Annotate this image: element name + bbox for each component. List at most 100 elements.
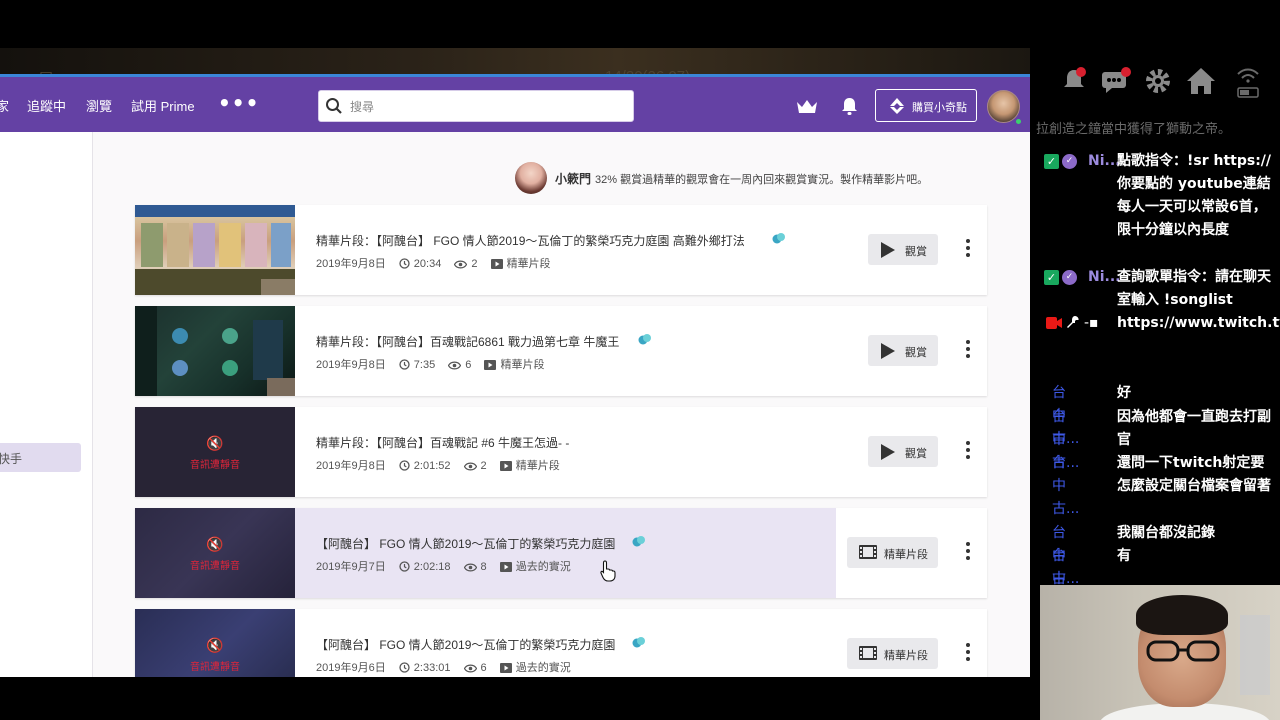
video-date: 2019年9月7日 (316, 561, 386, 573)
webcam-glasses (1146, 640, 1220, 662)
stream-chat-overlay: 拉創造之鐘當中獲得了獅動之帝。 ✓ ✓ Ni... 點歌指令：!sr https… (1030, 58, 1280, 610)
video-card[interactable]: 🔇 音訊遭靜音 精華片段：【阿醜台】百魂戰記 #6 牛魔王怎過- - 2019年… (135, 407, 987, 497)
hover-highlight (295, 508, 836, 598)
nav-home-partial[interactable]: 家 (0, 96, 9, 115)
video-type: 精華片段 (515, 460, 560, 472)
play-icon (881, 242, 895, 258)
game-background-strip: 1層 14/20(26.07) (0, 48, 1030, 88)
chat-message-text: 還問一下twitch射定要怎麼設定關台檔案會留著 (1117, 455, 1271, 494)
video-type-icon (499, 663, 512, 673)
bits-emote-icon (632, 536, 645, 547)
muted-speaker-icon: 🔇 (206, 536, 224, 552)
video-duration: 7:35 (413, 359, 436, 371)
film-strip-icon (859, 545, 877, 559)
bits-emote-icon (772, 233, 785, 244)
watch-button[interactable]: 觀賞 (868, 234, 938, 265)
video-meta: 2019年9月8日 2:01:52 2 精華片段 (316, 457, 560, 473)
watch-button-label: 觀賞 (905, 246, 927, 258)
video-card-hovered[interactable]: 🔇 音訊遭靜音 【阿醜台】 FGO 情人節2019～瓦倫丁的繁榮巧克力庭園 20… (135, 508, 987, 598)
reward-notification: 拉創造之鐘當中獲得了獅動之帝。 (1036, 122, 1232, 137)
buy-bits-button[interactable]: 購買小奇點 (875, 89, 977, 122)
video-date: 2019年9月8日 (316, 359, 386, 371)
chat-bubble-icon (1102, 67, 1131, 93)
video-type: 精華片段 (506, 258, 551, 270)
left-sidebar: 快手 (0, 132, 93, 677)
video-card[interactable]: 精華片段：【阿醜台】百魂戰記6861 戰力過第七章 牛魔王 2019年9月8日 … (135, 306, 987, 396)
video-card[interactable]: 精華片段：【阿醜台】 FGO 情人節2019～瓦倫丁的繁榮巧克力庭園 高難外鄉打… (135, 205, 987, 295)
more-options-icon[interactable] (966, 441, 970, 461)
bits-emote-icon (632, 637, 645, 648)
sidebar-item-active[interactable]: 快手 (0, 443, 81, 472)
create-highlight-button[interactable]: 精華片段 (847, 537, 938, 568)
create-highlight-button[interactable]: 精華片段 (847, 638, 938, 669)
eye-icon (448, 361, 462, 370)
video-meta: 2019年9月6日 2:33:01 6 過去的實況 (316, 659, 571, 675)
more-options-icon[interactable] (966, 542, 970, 562)
play-icon (881, 444, 895, 460)
video-title[interactable]: 精華片段：【阿醜台】 FGO 情人節2019～瓦倫丁的繁榮巧克力庭園 高難外鄉打… (316, 232, 745, 249)
online-status-dot (1014, 117, 1023, 126)
video-views: 2 (471, 258, 478, 270)
more-menu-icon[interactable]: ••• (218, 91, 259, 115)
watch-button[interactable]: 觀賞 (868, 436, 938, 467)
film-strip-icon (859, 646, 877, 660)
search-input[interactable] (350, 97, 620, 117)
eye-icon (463, 664, 477, 673)
chat-message-text: 有 (1117, 548, 1131, 564)
video-type: 精華片段 (500, 359, 545, 371)
search-box[interactable] (318, 90, 634, 122)
more-options-icon[interactable] (966, 643, 970, 663)
clock-icon (399, 662, 410, 673)
search-icon (326, 98, 342, 114)
watch-button-label: 觀賞 (905, 448, 927, 460)
video-thumbnail[interactable]: 🔇 音訊遭靜音 (135, 609, 295, 677)
video-duration: 20:34 (413, 258, 442, 270)
video-type: 過去的實況 (515, 561, 571, 573)
nav-browse[interactable]: 瀏覽 (86, 96, 112, 115)
muted-speaker-icon: 🔇 (206, 637, 224, 653)
video-views: 6 (465, 359, 472, 371)
create-highlight-label: 精華片段 (884, 650, 928, 662)
nav-try-prime[interactable]: 試用 Prime (131, 96, 195, 115)
video-thumbnail[interactable]: 🔇 音訊遭靜音 (135, 407, 295, 497)
video-card[interactable]: 🔇 音訊遭靜音 【阿醜台】 FGO 情人節2019～瓦倫丁的繁榮巧克力庭園 20… (135, 609, 987, 677)
crown-icon[interactable] (796, 99, 818, 115)
clock-icon (399, 258, 410, 269)
chat-username: Ni... (1088, 269, 1121, 285)
watch-button[interactable]: 觀賞 (868, 335, 938, 366)
home-icon (1187, 68, 1215, 94)
watch-button-label: 觀賞 (905, 347, 927, 359)
more-options-icon[interactable] (966, 340, 970, 360)
chat-message-text: https://www.twitch.tv/videos/478203237 (1117, 315, 1280, 331)
video-thumbnail[interactable]: 🔇 音訊遭靜音 (135, 508, 295, 598)
eye-icon (454, 260, 468, 269)
chat-header-icons: 拉創造之鐘當中獲得了獅動之帝。 (1030, 58, 1280, 148)
notifications-bell-icon[interactable] (841, 97, 858, 116)
muted-label: 音訊遭靜音 (190, 662, 240, 673)
muted-label: 音訊遭靜音 (190, 460, 240, 471)
badge-glyph: -▪ (1084, 315, 1099, 331)
streamer-webcam (1040, 585, 1280, 720)
chat-message-text: 點歌指令：!sr https://你要點的 youtube連結 每人一天可以常設… (1117, 153, 1272, 238)
muted-audio-overlay: 🔇 音訊遭靜音 (185, 536, 245, 572)
chat-message-text: 我關台都沒記錄 (1117, 525, 1215, 541)
checkmark-badge-icon: ✓ (1044, 270, 1059, 285)
video-thumbnail[interactable] (135, 306, 295, 396)
verified-badge-icon: ✓ (1062, 270, 1077, 285)
wrench-badge-icon (1067, 316, 1079, 328)
clock-icon (399, 561, 410, 572)
video-title[interactable]: 精華片段：【阿醜台】百魂戰記 #6 牛魔王怎過- - (316, 434, 569, 451)
video-thumbnail[interactable] (135, 205, 295, 295)
webcam-hair (1136, 595, 1228, 635)
video-duration: 2:01:52 (413, 460, 451, 472)
more-options-icon[interactable] (966, 239, 970, 259)
nav-following[interactable]: 追蹤中 (27, 96, 66, 115)
chat-message-text: 好 (1117, 385, 1131, 401)
video-duration: 2:33:01 (413, 662, 451, 674)
video-title[interactable]: 【阿醜台】 FGO 情人節2019～瓦倫丁的繁榮巧克力庭園 (316, 636, 615, 653)
sidebar-item-label: 快手 (0, 452, 23, 466)
chat-username: Ni... (1088, 153, 1121, 169)
video-title[interactable]: 【阿醜台】 FGO 情人節2019～瓦倫丁的繁榮巧克力庭園 (316, 535, 615, 552)
video-title[interactable]: 精華片段：【阿醜台】百魂戰記6861 戰力過第七章 牛魔王 (316, 333, 619, 350)
muted-label: 音訊遭靜音 (190, 561, 240, 572)
